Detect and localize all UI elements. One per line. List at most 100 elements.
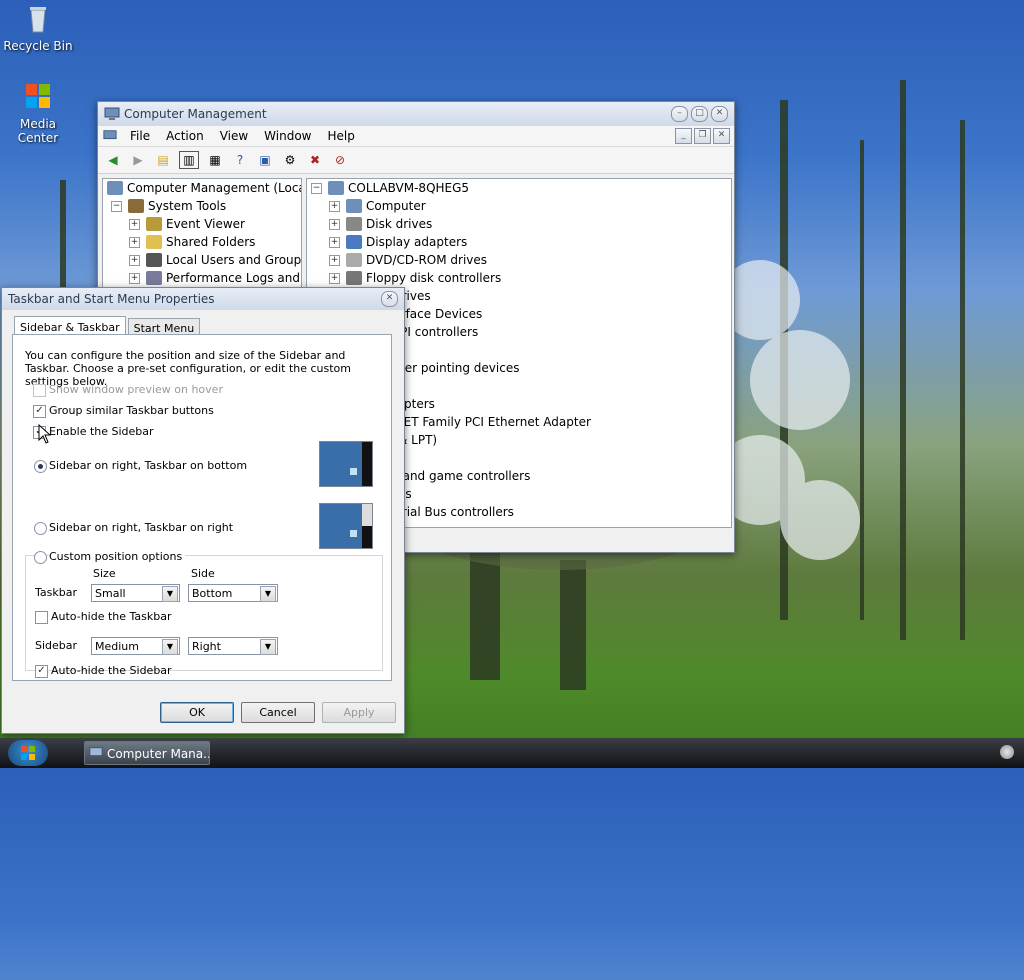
collapse-toggle[interactable]: − (311, 182, 322, 194)
scan-hardware-icon[interactable]: ▣ (256, 152, 274, 168)
minimize-button[interactable]: – (671, 106, 688, 122)
radio-sidebar-right-taskbar-bottom[interactable] (34, 460, 47, 473)
device-tree-root[interactable]: − COLLABVM-8QHEG5 (307, 179, 731, 197)
device-category-row[interactable]: + Computer (307, 197, 731, 215)
users-icon (146, 253, 162, 267)
up-folder-icon[interactable]: ▤ (154, 152, 172, 168)
taskbar-size-select[interactable]: Small ▼ (91, 584, 180, 602)
ok-button[interactable]: OK (160, 702, 234, 723)
sidebar-side-select[interactable]: Right ▼ (188, 637, 278, 655)
show-hide-tree-icon[interactable]: ▥ (179, 151, 199, 169)
device-category-label: Display adapters (366, 235, 468, 249)
taskbar-side-select[interactable]: Bottom ▼ (188, 584, 278, 602)
autohide-taskbar-checkbox[interactable] (35, 611, 48, 624)
taskbar: Computer Mana... (0, 738, 1024, 768)
close-button[interactable]: ✕ (381, 291, 398, 307)
computer-icon (328, 181, 344, 195)
taskbar-row-label: Taskbar (35, 586, 77, 599)
device-category-row[interactable]: + Disk drives (307, 215, 731, 233)
dialog-title: Taskbar and Start Menu Properties (8, 292, 215, 306)
radio-sidebar-right-taskbar-right[interactable] (34, 522, 47, 535)
expand-toggle[interactable]: + (329, 200, 340, 212)
expand-toggle[interactable]: + (329, 272, 340, 284)
autohide-taskbar-label: Auto-hide the Taskbar (51, 610, 172, 623)
device-category-row[interactable]: + Display adapters (307, 233, 731, 251)
help-icon[interactable]: ? (231, 152, 249, 168)
device-category-row[interactable]: + DVD/CD-ROM drives (307, 251, 731, 269)
disable-icon[interactable]: ⊘ (331, 152, 349, 168)
expand-toggle[interactable]: + (129, 218, 140, 230)
enable-sidebar-label: Enable the Sidebar (49, 425, 154, 438)
chevron-down-icon: ▼ (260, 639, 276, 655)
tree-item-system-tools[interactable]: − System Tools (103, 197, 301, 215)
radio-custom-position-label: Custom position options (49, 550, 186, 563)
side-column-header: Side (191, 567, 215, 580)
apply-button[interactable]: Apply (322, 702, 396, 723)
start-button[interactable] (8, 740, 48, 766)
tree-item-performance-logs[interactable]: + Performance Logs and Al (103, 269, 301, 287)
system-tools-icon (128, 199, 144, 213)
show-preview-checkbox[interactable] (33, 384, 46, 397)
tab-panel: You can configure the position and size … (12, 334, 392, 681)
sidebar-tray-icon[interactable] (1000, 745, 1014, 759)
child-close-button[interactable]: ✕ (713, 128, 730, 144)
taskbar-properties-dialog: Taskbar and Start Menu Properties ✕ Side… (1, 287, 405, 734)
update-driver-icon[interactable]: ⚙ (281, 152, 299, 168)
collapse-toggle[interactable]: − (111, 200, 122, 212)
back-arrow-icon[interactable]: ◀ (104, 152, 122, 168)
autohide-sidebar-checkbox[interactable]: ✓ (35, 665, 48, 678)
device-category-icon (346, 253, 362, 267)
device-category-label: Floppy disk controllers (366, 271, 502, 285)
properties-icon[interactable]: ▦ (206, 152, 224, 168)
computer-icon (107, 181, 123, 195)
media-center-icon (26, 84, 50, 108)
close-button[interactable]: ✕ (711, 106, 728, 122)
expand-toggle[interactable]: + (329, 236, 340, 248)
menu-action[interactable]: Action (158, 129, 212, 143)
tree-item-shared-folders[interactable]: + Shared Folders (103, 233, 301, 251)
desktop-icon-recycle-bin[interactable]: Recycle Bin (0, 2, 76, 53)
uninstall-icon[interactable]: ✖ (306, 152, 324, 168)
device-category-icon (346, 217, 362, 231)
chevron-down-icon: ▼ (162, 586, 178, 602)
tree-item-computer-management[interactable]: Computer Management (Local) (103, 179, 301, 197)
device-category-row[interactable]: + Floppy disk controllers (307, 269, 731, 287)
sidebar-size-select[interactable]: Medium ▼ (91, 637, 180, 655)
toolbar: ◀ ▶ ▤ ▥ ▦ ? ▣ ⚙ ✖ ⊘ (98, 146, 734, 174)
recycle-bin-icon (30, 7, 46, 33)
group-buttons-checkbox[interactable]: ✓ (33, 405, 46, 418)
expand-toggle[interactable]: + (129, 254, 140, 266)
menu-help[interactable]: Help (320, 129, 363, 143)
expand-toggle[interactable]: + (329, 254, 340, 266)
device-category-label: Computer (366, 199, 426, 213)
menu-file[interactable]: File (122, 129, 158, 143)
menu-window[interactable]: Window (256, 129, 319, 143)
size-column-header: Size (93, 567, 116, 580)
cancel-button[interactable]: Cancel (241, 702, 315, 723)
device-category-icon (346, 235, 362, 249)
expand-toggle[interactable]: + (129, 272, 140, 284)
app-menu-icon[interactable] (102, 129, 118, 143)
radio-sidebar-right-taskbar-bottom-label: Sidebar on right, Taskbar on bottom (49, 459, 248, 472)
device-category-icon (346, 199, 362, 213)
desktop-icon-media-center[interactable]: Media Center (0, 80, 76, 145)
chevron-down-icon: ▼ (162, 639, 178, 655)
child-restore-button[interactable]: ❐ (694, 128, 711, 144)
computer-management-icon (89, 747, 103, 757)
radio-custom-position[interactable] (34, 551, 47, 564)
show-preview-label: Show window preview on hover (49, 383, 223, 396)
taskbar-item-computer-management[interactable]: Computer Mana... (84, 741, 210, 765)
tree-item-local-users[interactable]: + Local Users and Groups (103, 251, 301, 269)
desktop-icon-label: Media Center (17, 117, 59, 145)
console-tree-pane[interactable]: Computer Management (Local) − System Too… (102, 178, 302, 288)
dialog-title-bar[interactable]: Taskbar and Start Menu Properties ✕ (2, 288, 404, 310)
autohide-sidebar-label: Auto-hide the Sidebar (51, 664, 172, 677)
menu-view[interactable]: View (212, 129, 256, 143)
title-bar[interactable]: Computer Management – □ ✕ (98, 102, 734, 126)
child-minimize-button[interactable]: _ (675, 128, 692, 144)
tree-item-event-viewer[interactable]: + Event Viewer (103, 215, 301, 233)
forward-arrow-icon[interactable]: ▶ (129, 152, 147, 168)
expand-toggle[interactable]: + (129, 236, 140, 248)
expand-toggle[interactable]: + (329, 218, 340, 230)
maximize-button[interactable]: □ (691, 106, 708, 122)
